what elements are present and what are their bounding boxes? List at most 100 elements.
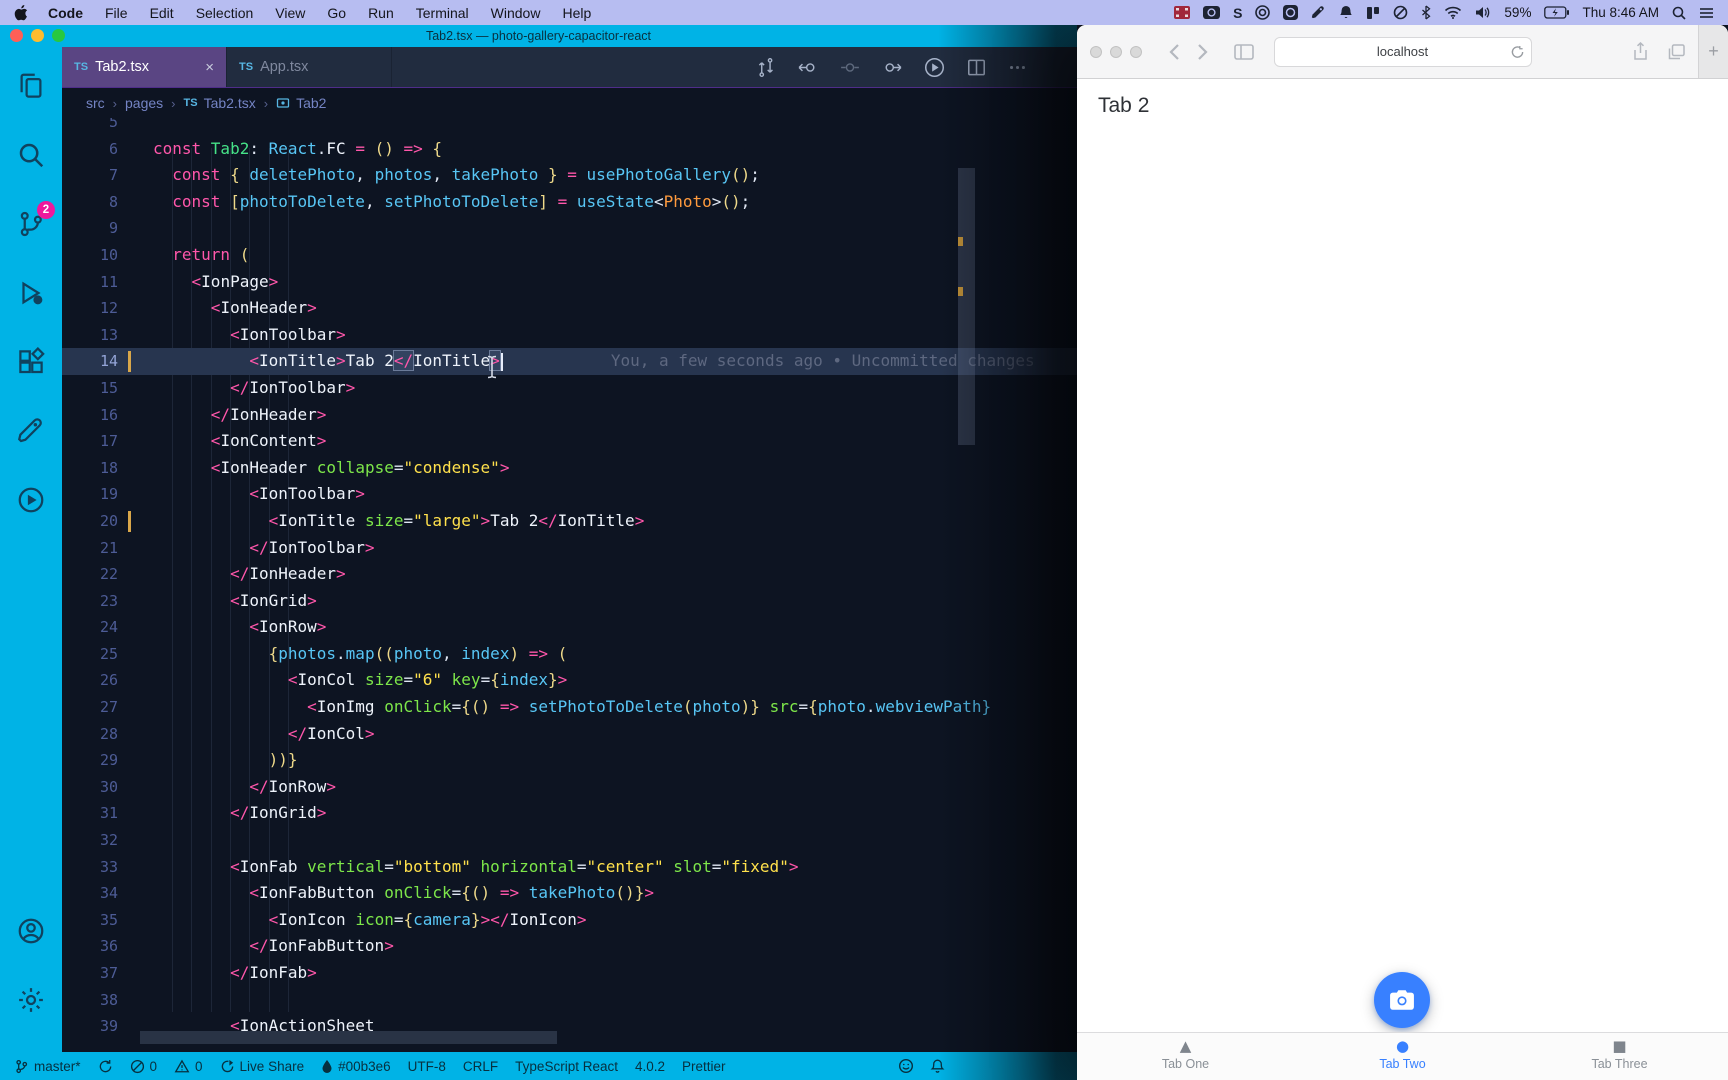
window-tiles-icon[interactable] (1366, 6, 1380, 20)
code-line-36[interactable]: 36 </IonFabButton> (62, 933, 1077, 960)
code-line-21[interactable]: 21 </IonToolbar> (62, 535, 1077, 562)
menu-code[interactable]: Code (48, 5, 83, 21)
bluetooth-icon[interactable] (1421, 5, 1431, 20)
status--00b3e6[interactable]: #00b3e6 (321, 1059, 391, 1074)
status-0[interactable]: 0 (174, 1059, 203, 1074)
volume-icon[interactable] (1475, 6, 1491, 19)
share-icon[interactable] (1626, 39, 1654, 65)
menu-run[interactable]: Run (368, 5, 394, 21)
status-prettier[interactable]: Prettier (682, 1059, 726, 1074)
wifi-icon[interactable] (1444, 6, 1462, 19)
code-line-35[interactable]: 35 <IonIcon icon={camera}></IonIcon> (62, 907, 1077, 934)
breadcrumb-item-tab2[interactable]: Tab2 (276, 95, 326, 111)
tab-tab-one[interactable]: ▲ Tab One (1077, 1033, 1294, 1080)
film-app-icon[interactable] (1174, 6, 1191, 19)
code-line-10[interactable]: 10 return ( (62, 242, 1077, 269)
previous-change-icon[interactable] (798, 58, 818, 77)
menu-go[interactable]: Go (327, 5, 346, 21)
close-tab-icon[interactable]: × (205, 59, 214, 76)
vscode-titlebar[interactable]: Tab2.tsx — photo-gallery-capacitor-react (0, 25, 1077, 47)
code-line-24[interactable]: 24 <IonRow> (62, 614, 1077, 641)
dark-circle-app-icon[interactable] (1283, 5, 1299, 20)
record-circle-icon[interactable] (1255, 5, 1271, 20)
status-master-[interactable]: master* (14, 1059, 81, 1074)
letter-s-app-icon[interactable]: S (1233, 5, 1242, 21)
extensions-icon[interactable] (14, 345, 48, 379)
editor-tab-apptsx[interactable]: TS App.tsx (227, 47, 392, 87)
code-line-19[interactable]: 19 <IonToolbar> (62, 481, 1077, 508)
run-icon[interactable] (924, 57, 945, 78)
code-line-33[interactable]: 33 <IonFab vertical="bottom" horizontal=… (62, 854, 1077, 881)
status-utf-8[interactable]: UTF-8 (408, 1059, 446, 1074)
tab-overview-icon[interactable] (1662, 39, 1690, 65)
code-line-14[interactable]: 14 <IonTitle>Tab 2</IonTitle> You, a few … (62, 348, 1077, 375)
compare-changes-icon[interactable] (757, 57, 776, 77)
editor-tab-tab2tsx[interactable]: TS Tab2.tsx × (62, 47, 227, 87)
menu-selection[interactable]: Selection (196, 5, 254, 21)
reload-icon[interactable] (1511, 45, 1524, 59)
code-line-13[interactable]: 13 <IonToolbar> (62, 322, 1077, 349)
more-actions-icon[interactable] (1008, 58, 1027, 77)
notification-bell-icon[interactable] (1339, 5, 1353, 20)
menu-file[interactable]: File (105, 5, 128, 21)
rocket-icon[interactable] (14, 414, 48, 448)
search-icon[interactable] (14, 138, 48, 172)
current-change-icon[interactable] (840, 58, 860, 77)
menu-window[interactable]: Window (491, 5, 541, 21)
play-circle-icon[interactable] (14, 483, 48, 517)
status-crlf[interactable]: CRLF (463, 1059, 498, 1074)
code-line-17[interactable]: 17 <IonContent> (62, 428, 1077, 455)
status-typescript-react[interactable]: TypeScript React (515, 1059, 618, 1074)
settings-icon[interactable] (14, 983, 48, 1017)
menu-edit[interactable]: Edit (150, 5, 174, 21)
status-live-share[interactable]: Live Share (220, 1059, 304, 1074)
status-4-0-2[interactable]: 4.0.2 (635, 1059, 665, 1074)
breadcrumb-item-src[interactable]: src (86, 95, 105, 111)
code-line-34[interactable]: 34 <IonFabButton onClick={() => takePhot… (62, 880, 1077, 907)
tab-tab-three[interactable]: ■ Tab Three (1511, 1033, 1728, 1080)
code-line-9[interactable]: 9 (62, 215, 1077, 242)
apple-menu-icon[interactable] (14, 4, 28, 21)
code-line-8[interactable]: 8 const [photoToDelete, setPhotoToDelete… (62, 189, 1077, 216)
code-editor[interactable]: 5 6 const Tab2: React.FC = () => {7 const … (62, 118, 1077, 1052)
rocket-icon[interactable] (1311, 5, 1326, 20)
status-0[interactable]: 0 (130, 1059, 157, 1074)
code-line-27[interactable]: 27 <IonImg onClick={() => setPhotoToDele… (62, 694, 1077, 721)
status-feedback-icon[interactable] (898, 1058, 914, 1074)
sidebar-toggle-icon[interactable] (1230, 39, 1258, 65)
code-line-25[interactable]: 25 {photos.map((photo, index) => ( (62, 641, 1077, 668)
minimize-window-button[interactable] (1110, 45, 1122, 58)
code-line-16[interactable]: 16 </IonHeader> (62, 402, 1077, 429)
spotlight-search-icon[interactable] (1672, 6, 1686, 20)
menu-view[interactable]: View (275, 5, 305, 21)
code-line-7[interactable]: 7 const { deletePhoto, photos, takePhoto… (62, 162, 1077, 189)
code-line-38[interactable]: 38 (62, 987, 1077, 1014)
control-center-icon[interactable] (1699, 7, 1714, 19)
code-line-20[interactable]: 20 <IonTitle size="large">Tab 2</IonTitl… (62, 508, 1077, 535)
source-control-icon[interactable]: 2 (14, 201, 55, 241)
code-line-37[interactable]: 37 </IonFab> (62, 960, 1077, 987)
code-line-30[interactable]: 30 </IonRow> (62, 774, 1077, 801)
code-line-23[interactable]: 23 <IonGrid> (62, 588, 1077, 615)
zoom-window-button[interactable] (52, 29, 65, 42)
circle-slash-icon[interactable] (1393, 5, 1408, 20)
code-line-26[interactable]: 26 <IonCol size="6" key={index}> (62, 667, 1077, 694)
tab-tab-two[interactable]: ● Tab Two (1294, 1033, 1511, 1080)
menu-terminal[interactable]: Terminal (416, 5, 469, 21)
forward-button[interactable] (1188, 39, 1216, 65)
code-line-11[interactable]: 11 <IonPage> (62, 269, 1077, 296)
code-line-31[interactable]: 31 </IonGrid> (62, 800, 1077, 827)
code-line-28[interactable]: 28 </IonCol> (62, 721, 1077, 748)
code-line-15[interactable]: 15 </IonToolbar> (62, 375, 1077, 402)
camera-app-icon[interactable] (1203, 6, 1221, 19)
breadcrumb-item-pages[interactable]: pages (125, 95, 163, 111)
code-line-32[interactable]: 32 (62, 827, 1077, 854)
address-bar[interactable]: localhost (1273, 36, 1532, 67)
new-tab-button[interactable]: + (1698, 25, 1728, 78)
code-line-6[interactable]: 6 const Tab2: React.FC = () => { (62, 136, 1077, 163)
status-bell-icon[interactable] (930, 1058, 945, 1074)
code-line-29[interactable]: 29 ))} (62, 747, 1077, 774)
next-change-icon[interactable] (882, 58, 902, 77)
account-icon[interactable] (14, 914, 48, 948)
code-line-18[interactable]: 18 <IonHeader collapse="condense"> (62, 455, 1077, 482)
